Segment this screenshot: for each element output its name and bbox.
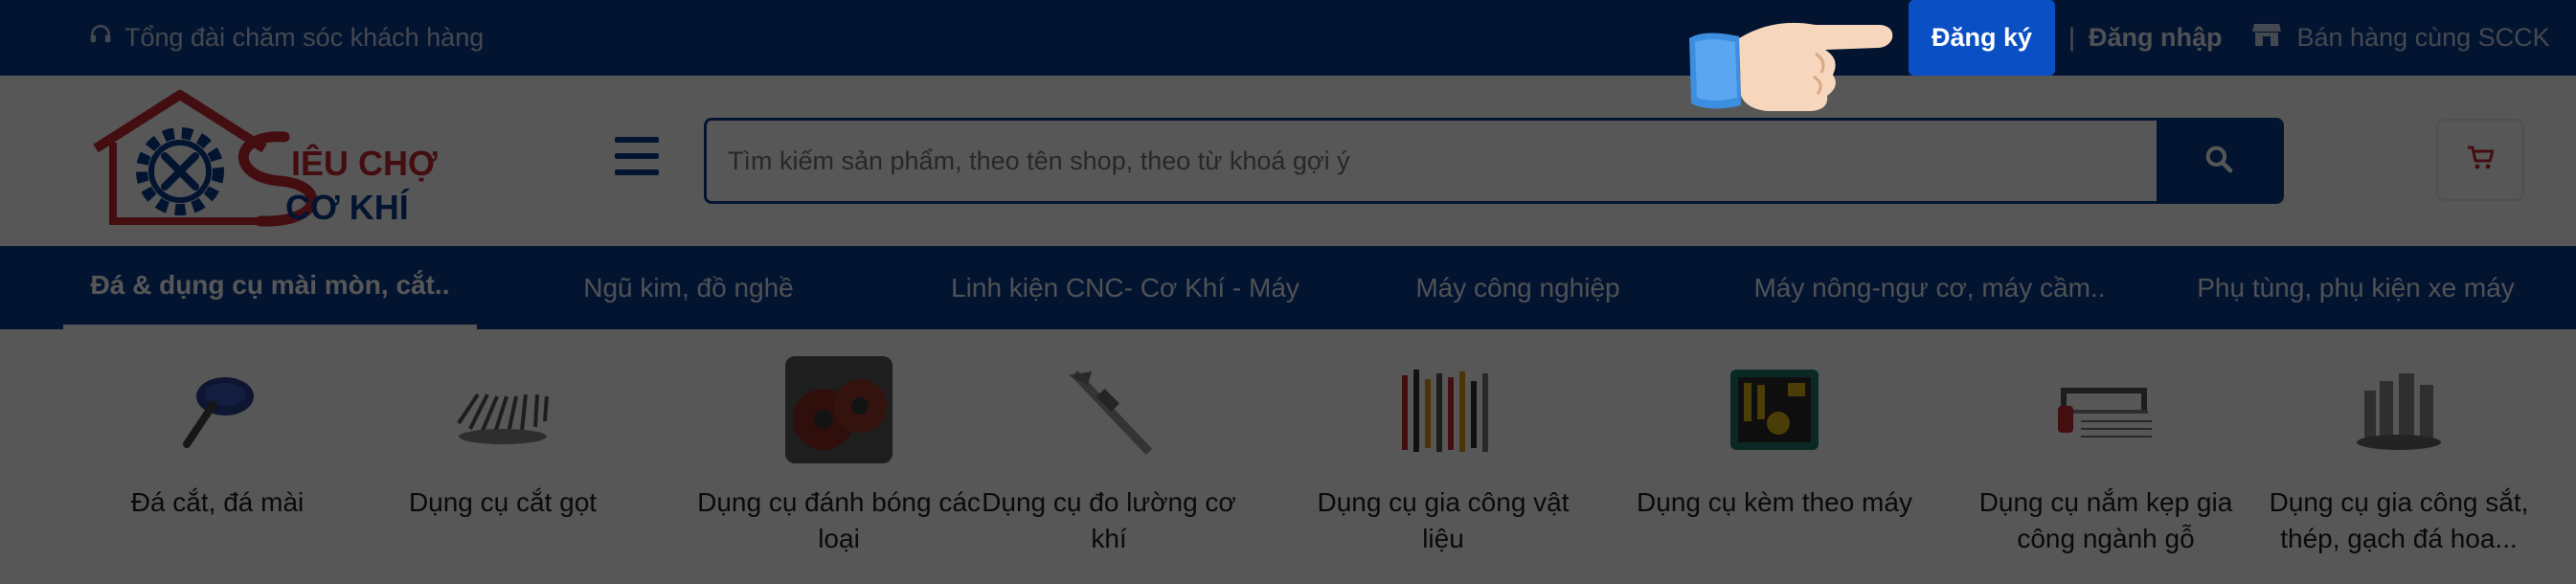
subcategory-item[interactable]: Dụng cụ đo lường cơ khí <box>965 356 1253 557</box>
subcategory-item[interactable]: Dụng cụ đánh bóng các loại <box>695 356 983 557</box>
polishing-discs-icon <box>785 356 893 463</box>
search-icon <box>2203 144 2234 179</box>
caliper-icon <box>1055 356 1163 463</box>
subcategory-label: Dụng cụ đánh bóng các loại <box>697 487 981 553</box>
category-tab-hardware[interactable]: Ngũ kim, đồ nghề <box>536 246 841 329</box>
top-bar: Tổng đài chăm sóc khách hàng Đăng ký | Đ… <box>0 0 2576 76</box>
subcategory-label: Đá cắt, đá mài <box>130 487 305 517</box>
subcategory-item[interactable]: Dụng cụ gia công vật liệu <box>1299 356 1587 557</box>
subcategory-item[interactable]: Dụng cụ gia công sắt, thép, gạch đá hoa.… <box>2255 356 2542 557</box>
tool-kit-icon <box>1721 356 1828 463</box>
subcategory-label: Dụng cụ cắt gọt <box>408 487 598 517</box>
site-logo[interactable]: IÊU CHỢ CƠ KHÍ <box>88 89 442 233</box>
page: Tổng đài chăm sóc khách hàng Đăng ký | Đ… <box>0 0 2576 584</box>
logo-line1: IÊU CHỢ <box>291 143 438 183</box>
subcategory-item[interactable]: Dụng cụ kèm theo máy <box>1631 356 1918 521</box>
header: IÊU CHỢ CƠ KHÍ <box>0 76 2576 246</box>
subcategory-item[interactable]: Đá cắt, đá mài <box>74 356 361 521</box>
subcategory-label: Dụng cụ đo lường cơ khí <box>982 487 1236 553</box>
grinding-wheel-icon <box>164 356 271 463</box>
subcategory-label: Dụng cụ gia công vật liệu <box>1317 487 1570 553</box>
subcategory-label: Dụng cụ nắm kẹp gia công ngành gỗ <box>1978 487 2233 553</box>
hotline-link[interactable]: Tổng đài chăm sóc khách hàng <box>88 17 484 57</box>
category-tab-motorbike-parts[interactable]: Phụ tùng, phụ kiện xe máy <box>2174 246 2538 329</box>
cart-button[interactable] <box>2436 119 2524 201</box>
store-icon <box>2251 21 2282 55</box>
hand-tools-icon <box>1390 356 1497 463</box>
sell-with-scck-link[interactable]: Bán hàng cùng SCCK <box>2251 21 2550 55</box>
subcategory-item[interactable]: Dụng cụ nắm kẹp gia công ngành gỗ <box>1962 356 2249 557</box>
drill-bits-icon <box>2345 356 2452 463</box>
cutting-tools-icon <box>449 356 556 463</box>
login-link[interactable]: Đăng nhập <box>2089 23 2223 53</box>
category-tab-agri-machines[interactable]: Máy nông-ngư cơ, máy cầm.. <box>1748 246 2112 329</box>
category-tab-cnc-parts[interactable]: Linh kiện CNC- Cơ Khí - Máy <box>915 246 1336 329</box>
subcategory-list: Đá cắt, đá mài Dụng cụ cắt gọt Dụng cụ đ… <box>0 329 2576 584</box>
category-tab-industrial-machines[interactable]: Máy công nghiệp <box>1379 246 1657 329</box>
pointing-hand-icon <box>1682 0 1902 121</box>
separator: | <box>2068 23 2076 52</box>
cart-icon <box>2467 146 2496 175</box>
category-tab-abrasives[interactable]: Đá & dụng cụ mài mòn, cắt.. <box>63 246 477 329</box>
sell-label: Bán hàng cùng SCCK <box>2296 23 2550 52</box>
search-box <box>704 118 2284 204</box>
search-input[interactable] <box>707 121 2153 201</box>
highlighted-register-button[interactable]: Đăng ký <box>1909 0 2055 76</box>
subcategory-item[interactable]: Dụng cụ cắt gọt <box>359 356 646 521</box>
search-button[interactable] <box>2157 121 2281 201</box>
subcategory-label: Dụng cụ kèm theo máy <box>1637 487 1912 517</box>
hotline-label: Tổng đài chăm sóc khách hàng <box>124 22 485 52</box>
headset-icon <box>88 22 113 54</box>
menu-hamburger-icon[interactable] <box>615 137 659 175</box>
logo-line2: CƠ KHÍ <box>285 188 410 227</box>
category-nav: Đá & dụng cụ mài mòn, cắt.. Ngũ kim, đồ … <box>0 246 2576 329</box>
hacksaw-icon <box>2052 356 2159 463</box>
subcategory-label: Dụng cụ gia công sắt, thép, gạch đá hoa.… <box>2269 487 2529 553</box>
